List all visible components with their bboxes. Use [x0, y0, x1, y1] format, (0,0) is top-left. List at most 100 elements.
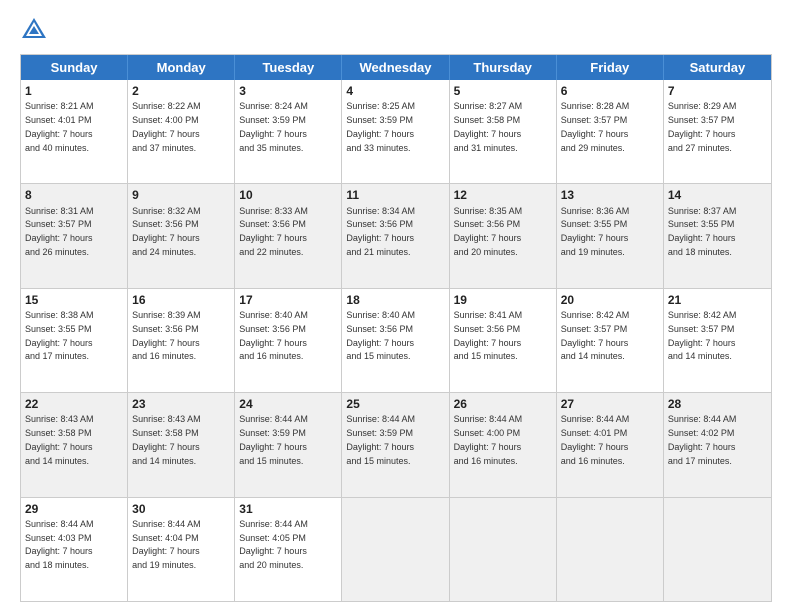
day-number: 20: [561, 292, 659, 308]
cell-text: Sunrise: 8:36 AM Sunset: 3:55 PM Dayligh…: [561, 206, 630, 257]
calendar-cell: 4Sunrise: 8:25 AM Sunset: 3:59 PM Daylig…: [342, 80, 449, 183]
calendar-cell: 27 Sunrise: 8:44 AM Sunset: 4:01 PM Dayli…: [557, 393, 664, 496]
cell-text: Sunrise: 8:29 AM Sunset: 3:57 PM Dayligh…: [668, 101, 737, 152]
calendar-cell: 1 Sunrise: 8:21 AM Sunset: 4:01 PM Daylig…: [21, 80, 128, 183]
calendar-cell: 3 Sunrise: 8:24 AM Sunset: 3:59 PM Daylig…: [235, 80, 342, 183]
day-number: 1: [25, 83, 123, 99]
day-number: 21: [668, 292, 767, 308]
cell-text: Sunrise: 8:44 AM Sunset: 3:59 PM Dayligh…: [239, 414, 308, 465]
day-number: 31: [239, 501, 337, 517]
day-number: 12: [454, 187, 552, 203]
header-cell-saturday: Saturday: [664, 55, 771, 80]
header-cell-monday: Monday: [128, 55, 235, 80]
calendar-cell: 24 Sunrise: 8:44 AM Sunset: 3:59 PM Dayli…: [235, 393, 342, 496]
calendar-cell: 22 Sunrise: 8:43 AM Sunset: 3:58 PM Dayli…: [21, 393, 128, 496]
day-number: 25: [346, 396, 444, 412]
calendar-row-4: 22 Sunrise: 8:43 AM Sunset: 3:58 PM Dayli…: [21, 393, 771, 497]
cell-text: Sunrise: 8:42 AM Sunset: 3:57 PM Dayligh…: [668, 310, 737, 361]
calendar-cell: 28Sunrise: 8:44 AM Sunset: 4:02 PM Dayli…: [664, 393, 771, 496]
cell-text: Sunrise: 8:38 AM Sunset: 3:55 PM Dayligh…: [25, 310, 94, 361]
cell-text: Sunrise: 8:25 AM Sunset: 3:59 PM Dayligh…: [346, 101, 415, 152]
cell-text: Sunrise: 8:41 AM Sunset: 3:56 PM Dayligh…: [454, 310, 523, 361]
day-number: 3: [239, 83, 337, 99]
calendar-cell: 11Sunrise: 8:34 AM Sunset: 3:56 PM Dayli…: [342, 184, 449, 287]
cell-text: Sunrise: 8:44 AM Sunset: 4:04 PM Dayligh…: [132, 519, 201, 570]
day-number: 28: [668, 396, 767, 412]
calendar-cell: 14 Sunrise: 8:37 AM Sunset: 3:55 PM Dayli…: [664, 184, 771, 287]
calendar-cell: 19 Sunrise: 8:41 AM Sunset: 3:56 PM Dayli…: [450, 289, 557, 392]
calendar-cell: 26Sunrise: 8:44 AM Sunset: 4:00 PM Dayli…: [450, 393, 557, 496]
cell-text: Sunrise: 8:21 AM Sunset: 4:01 PM Dayligh…: [25, 101, 94, 152]
day-number: 27: [561, 396, 659, 412]
cell-text: Sunrise: 8:35 AM Sunset: 3:56 PM Dayligh…: [454, 206, 523, 257]
day-number: 13: [561, 187, 659, 203]
cell-text: Sunrise: 8:44 AM Sunset: 3:59 PM Dayligh…: [346, 414, 415, 465]
calendar-cell: 21 Sunrise: 8:42 AM Sunset: 3:57 PM Dayli…: [664, 289, 771, 392]
calendar-row-3: 15Sunrise: 8:38 AM Sunset: 3:55 PM Dayli…: [21, 289, 771, 393]
header-cell-thursday: Thursday: [450, 55, 557, 80]
day-number: 7: [668, 83, 767, 99]
calendar-cell: 6Sunrise: 8:28 AM Sunset: 3:57 PM Daylig…: [557, 80, 664, 183]
cell-text: Sunrise: 8:40 AM Sunset: 3:56 PM Dayligh…: [346, 310, 415, 361]
day-number: 14: [668, 187, 767, 203]
cell-text: Sunrise: 8:43 AM Sunset: 3:58 PM Dayligh…: [25, 414, 94, 465]
day-number: 29: [25, 501, 123, 517]
cell-text: Sunrise: 8:44 AM Sunset: 4:01 PM Dayligh…: [561, 414, 630, 465]
cell-text: Sunrise: 8:44 AM Sunset: 4:03 PM Dayligh…: [25, 519, 94, 570]
day-number: 9: [132, 187, 230, 203]
cell-text: Sunrise: 8:31 AM Sunset: 3:57 PM Dayligh…: [25, 206, 94, 257]
cell-text: Sunrise: 8:39 AM Sunset: 3:56 PM Dayligh…: [132, 310, 201, 361]
calendar-cell: 23 Sunrise: 8:43 AM Sunset: 3:58 PM Dayli…: [128, 393, 235, 496]
cell-text: Sunrise: 8:33 AM Sunset: 3:56 PM Dayligh…: [239, 206, 308, 257]
calendar-cell: [557, 498, 664, 601]
calendar: SundayMondayTuesdayWednesdayThursdayFrid…: [20, 54, 772, 602]
day-number: 2: [132, 83, 230, 99]
day-number: 8: [25, 187, 123, 203]
calendar-cell: 17 Sunrise: 8:40 AM Sunset: 3:56 PM Dayli…: [235, 289, 342, 392]
cell-text: Sunrise: 8:24 AM Sunset: 3:59 PM Dayligh…: [239, 101, 308, 152]
calendar-cell: [664, 498, 771, 601]
day-number: 17: [239, 292, 337, 308]
day-number: 23: [132, 396, 230, 412]
calendar-cell: 30 Sunrise: 8:44 AM Sunset: 4:04 PM Dayli…: [128, 498, 235, 601]
logo: [20, 16, 52, 44]
day-number: 6: [561, 83, 659, 99]
header-cell-sunday: Sunday: [21, 55, 128, 80]
day-number: 16: [132, 292, 230, 308]
calendar-cell: [342, 498, 449, 601]
calendar-cell: [450, 498, 557, 601]
calendar-cell: 13 Sunrise: 8:36 AM Sunset: 3:55 PM Dayli…: [557, 184, 664, 287]
logo-icon: [20, 16, 48, 44]
header: [20, 16, 772, 44]
cell-text: Sunrise: 8:44 AM Sunset: 4:00 PM Dayligh…: [454, 414, 523, 465]
cell-text: Sunrise: 8:44 AM Sunset: 4:05 PM Dayligh…: [239, 519, 308, 570]
header-cell-friday: Friday: [557, 55, 664, 80]
day-number: 30: [132, 501, 230, 517]
cell-text: Sunrise: 8:40 AM Sunset: 3:56 PM Dayligh…: [239, 310, 308, 361]
day-number: 11: [346, 187, 444, 203]
day-number: 5: [454, 83, 552, 99]
cell-text: Sunrise: 8:37 AM Sunset: 3:55 PM Dayligh…: [668, 206, 737, 257]
calendar-cell: 15Sunrise: 8:38 AM Sunset: 3:55 PM Dayli…: [21, 289, 128, 392]
cell-text: Sunrise: 8:22 AM Sunset: 4:00 PM Dayligh…: [132, 101, 201, 152]
calendar-cell: 16 Sunrise: 8:39 AM Sunset: 3:56 PM Dayli…: [128, 289, 235, 392]
calendar-cell: 8 Sunrise: 8:31 AM Sunset: 3:57 PM Daylig…: [21, 184, 128, 287]
calendar-cell: 18 Sunrise: 8:40 AM Sunset: 3:56 PM Dayli…: [342, 289, 449, 392]
day-number: 10: [239, 187, 337, 203]
calendar-row-1: 1 Sunrise: 8:21 AM Sunset: 4:01 PM Daylig…: [21, 80, 771, 184]
calendar-cell: 2 Sunrise: 8:22 AM Sunset: 4:00 PM Daylig…: [128, 80, 235, 183]
calendar-cell: 7 Sunrise: 8:29 AM Sunset: 3:57 PM Daylig…: [664, 80, 771, 183]
day-number: 22: [25, 396, 123, 412]
cell-text: Sunrise: 8:27 AM Sunset: 3:58 PM Dayligh…: [454, 101, 523, 152]
calendar-cell: 12 Sunrise: 8:35 AM Sunset: 3:56 PM Dayli…: [450, 184, 557, 287]
calendar-cell: 20 Sunrise: 8:42 AM Sunset: 3:57 PM Dayli…: [557, 289, 664, 392]
day-number: 24: [239, 396, 337, 412]
day-number: 18: [346, 292, 444, 308]
page: SundayMondayTuesdayWednesdayThursdayFrid…: [0, 0, 792, 612]
calendar-header-row: SundayMondayTuesdayWednesdayThursdayFrid…: [21, 55, 771, 80]
day-number: 19: [454, 292, 552, 308]
calendar-body: 1 Sunrise: 8:21 AM Sunset: 4:01 PM Daylig…: [21, 80, 771, 601]
header-cell-wednesday: Wednesday: [342, 55, 449, 80]
cell-text: Sunrise: 8:43 AM Sunset: 3:58 PM Dayligh…: [132, 414, 201, 465]
cell-text: Sunrise: 8:42 AM Sunset: 3:57 PM Dayligh…: [561, 310, 630, 361]
